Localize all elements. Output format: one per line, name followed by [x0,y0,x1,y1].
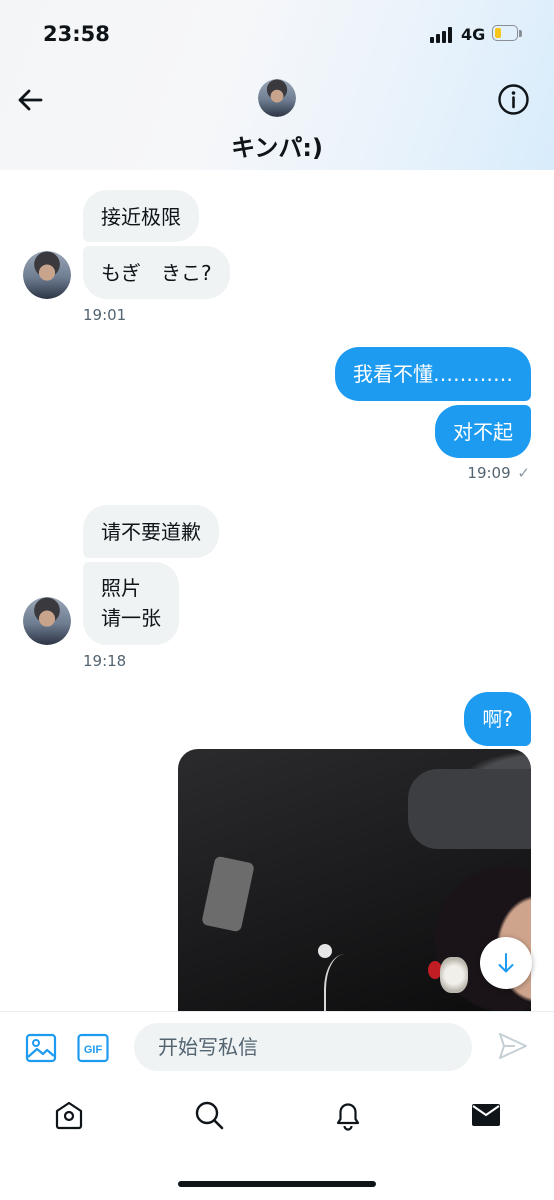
sent-check-icon: ✓ [517,464,530,482]
message-timestamp: 19:18 [83,652,127,670]
signal-icon [430,27,454,43]
sender-avatar[interactable] [23,251,71,299]
gif-label: GIF [84,1044,103,1056]
outgoing-message[interactable]: 啊? [464,692,531,746]
network-type: 4G [461,25,486,44]
photo-flower [440,957,468,993]
message-line: 请一张 [101,606,161,630]
message-line: 照片 [101,576,141,600]
sender-avatar[interactable] [23,597,71,645]
mail-icon [472,1104,500,1126]
scroll-to-bottom-button[interactable] [480,937,532,989]
battery-icon [492,25,524,43]
gif-icon: GIF [77,1033,109,1063]
media-button[interactable] [25,1032,57,1064]
message-input[interactable] [134,1023,472,1071]
photo-ornament [201,855,255,933]
bell-icon [336,1103,360,1131]
header-avatar[interactable] [258,79,296,117]
message-timestamp: 19:01 [83,306,127,324]
arrow-down-icon [498,953,514,973]
search-icon [195,1101,224,1130]
timestamp-text: 19:09 [467,464,511,482]
photo-message[interactable] [178,749,531,1011]
home-indicator [178,1181,376,1187]
info-button[interactable] [497,83,530,116]
back-button[interactable] [16,86,44,114]
incoming-message[interactable]: もぎ きこ? [83,246,230,299]
tab-messages[interactable] [470,1099,502,1131]
send-icon [499,1033,527,1059]
message-timestamp: 19:09 ✓ [467,464,530,482]
photo-cable [324,954,366,1011]
outgoing-message[interactable]: 我看不懂………… [335,347,531,401]
incoming-message[interactable]: 照片 请一张 [83,562,179,645]
tab-search[interactable] [193,1099,225,1131]
photo-earphone [318,944,332,958]
outgoing-message[interactable]: 对不起 [435,405,531,458]
incoming-message[interactable]: 请不要道歉 [83,505,219,558]
message-composer: GIF [0,1011,554,1084]
arrow-left-icon [18,89,43,111]
photo-car-window [408,769,531,849]
conversation-header: キンパ:) [0,70,554,170]
conversation-name[interactable]: キンパ:) [0,128,554,163]
image-icon [25,1033,57,1063]
tab-home[interactable] [53,1099,85,1131]
status-time: 23:58 [43,22,110,46]
gif-button[interactable]: GIF [77,1032,109,1064]
info-icon [498,84,529,115]
status-bar: 23:58 4G [0,0,554,70]
tab-notifications[interactable] [332,1099,364,1131]
home-icon [55,1101,83,1130]
send-button[interactable] [497,1030,529,1062]
incoming-message[interactable]: 接近极限 [83,190,199,242]
